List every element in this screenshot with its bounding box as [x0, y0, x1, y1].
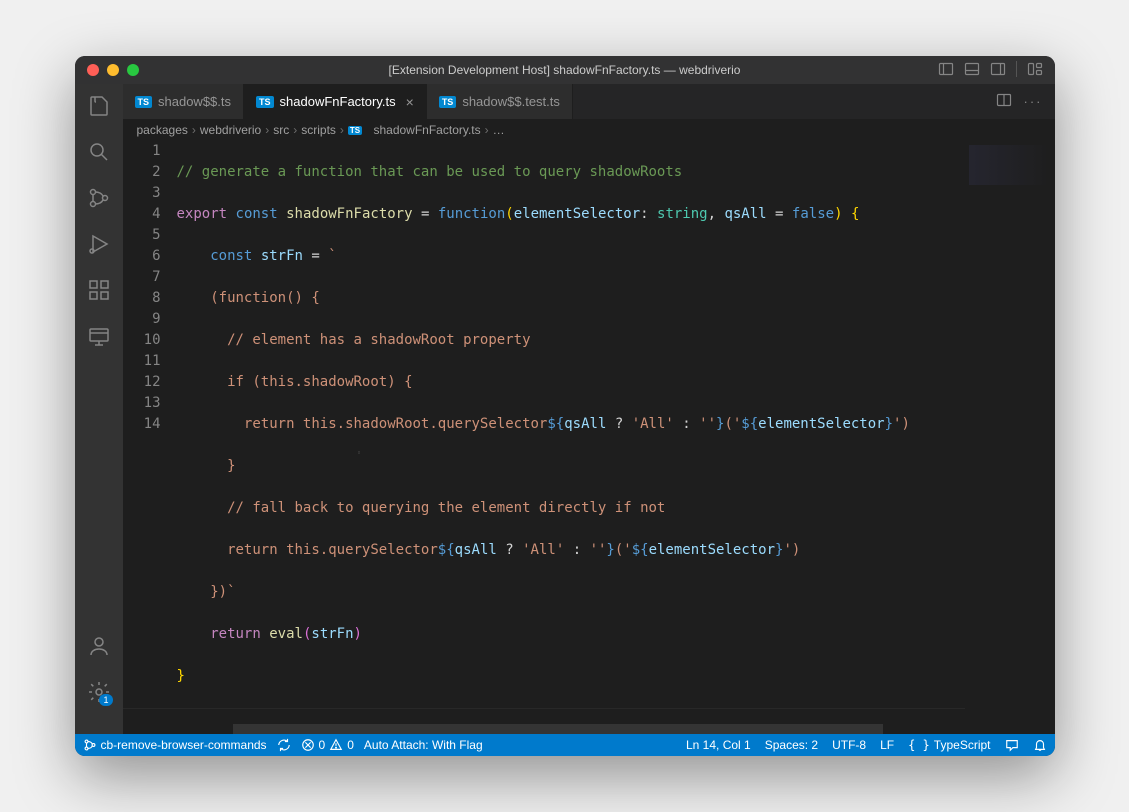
breadcrumb-file[interactable]: TS shadowFnFactory.ts [348, 123, 481, 137]
scrollbar-thumb[interactable] [233, 724, 883, 734]
titlebar: [Extension Development Host] shadowFnFac… [75, 56, 1055, 84]
breadcrumb-segment[interactable]: webdriverio [200, 123, 261, 137]
customize-layout-icon[interactable] [1027, 61, 1043, 80]
problems-status[interactable]: 0 0 [301, 738, 354, 752]
run-debug-icon[interactable] [87, 232, 111, 256]
tab-label: shadow$$.test.ts [462, 94, 560, 109]
panel-bottom-icon[interactable] [964, 61, 980, 80]
editor-area: TS shadow$$.ts TS shadowFnFactory.ts × T… [123, 84, 1055, 734]
language-mode[interactable]: { } TypeScript [908, 738, 990, 752]
chevron-right-icon: › [485, 123, 489, 137]
vscode-window: [Extension Development Host] shadowFnFac… [75, 56, 1055, 756]
editor-tabs: TS shadow$$.ts TS shadowFnFactory.ts × T… [123, 84, 1055, 119]
auto-attach-status[interactable]: Auto Attach: With Flag [364, 738, 483, 752]
chevron-right-icon: › [340, 123, 344, 137]
typescript-icon: TS [348, 126, 362, 135]
activity-bar: 1 [75, 84, 123, 734]
search-icon[interactable] [87, 140, 111, 164]
git-branch-status[interactable]: cb-remove-browser-commands [83, 738, 267, 752]
tab-shadow-dd[interactable]: TS shadow$$.ts [123, 84, 245, 119]
more-actions-icon[interactable]: ··· [1024, 94, 1043, 109]
minimap-content [969, 145, 1049, 185]
code-editor[interactable]: 1 2 3 4 5 6 7 8 9 10 11 12 13 14 // gene… [123, 141, 1055, 724]
code-content[interactable]: // generate a function that can be used … [177, 141, 1055, 724]
breadcrumb-segment[interactable]: scripts [301, 123, 336, 137]
typescript-icon: TS [135, 96, 153, 108]
close-icon[interactable]: × [406, 94, 414, 110]
horizontal-scrollbar[interactable] [123, 724, 1055, 734]
breadcrumb-segment[interactable]: packages [137, 123, 188, 137]
notifications-icon[interactable] [1033, 738, 1047, 752]
close-window-button[interactable] [87, 64, 99, 76]
branch-name: cb-remove-browser-commands [101, 738, 267, 752]
window-title: [Extension Development Host] shadowFnFac… [75, 63, 1055, 77]
window-controls [87, 64, 139, 76]
error-count: 0 [319, 738, 326, 752]
typescript-icon: TS [439, 96, 457, 108]
indentation-status[interactable]: Spaces: 2 [765, 738, 818, 752]
cursor-position[interactable]: Ln 14, Col 1 [686, 738, 751, 752]
remote-icon[interactable] [87, 324, 111, 348]
divider [1016, 61, 1017, 77]
maximize-window-button[interactable] [127, 64, 139, 76]
breadcrumbs[interactable]: packages › webdriverio › src › scripts ›… [123, 119, 1055, 141]
panel-right-icon[interactable] [990, 61, 1006, 80]
tab-label: shadowFnFactory.ts [280, 94, 396, 109]
minimize-window-button[interactable] [107, 64, 119, 76]
line-number-gutter: 1 2 3 4 5 6 7 8 9 10 11 12 13 14 [123, 141, 177, 724]
chevron-right-icon: › [265, 123, 269, 137]
tab-label: shadow$$.ts [158, 94, 231, 109]
status-bar: cb-remove-browser-commands 0 0 Auto Atta… [75, 734, 1055, 756]
tab-shadow-test[interactable]: TS shadow$$.test.ts [427, 84, 573, 119]
split-editor-icon[interactable] [996, 92, 1012, 111]
typescript-icon: TS [256, 96, 274, 108]
panel-left-icon[interactable] [938, 61, 954, 80]
accounts-icon[interactable] [87, 634, 111, 658]
breadcrumb-symbol[interactable]: … [493, 123, 505, 137]
eol-status[interactable]: LF [880, 738, 894, 752]
extensions-icon[interactable] [87, 278, 111, 302]
feedback-icon[interactable] [1005, 738, 1019, 752]
source-control-icon[interactable] [87, 186, 111, 210]
encoding-status[interactable]: UTF-8 [832, 738, 866, 752]
text-cursor-icon [257, 419, 259, 435]
chevron-right-icon: › [192, 123, 196, 137]
sync-status[interactable] [277, 738, 291, 752]
chevron-right-icon: › [293, 123, 297, 137]
minimap[interactable] [965, 141, 1055, 724]
settings-icon[interactable]: 1 [87, 680, 111, 704]
explorer-icon[interactable] [87, 94, 111, 118]
breadcrumb-segment[interactable]: src [273, 123, 289, 137]
settings-badge: 1 [99, 694, 112, 706]
warning-count: 0 [347, 738, 354, 752]
titlebar-layout-controls [938, 61, 1043, 80]
tab-shadowfnfactory[interactable]: TS shadowFnFactory.ts × [244, 84, 427, 119]
